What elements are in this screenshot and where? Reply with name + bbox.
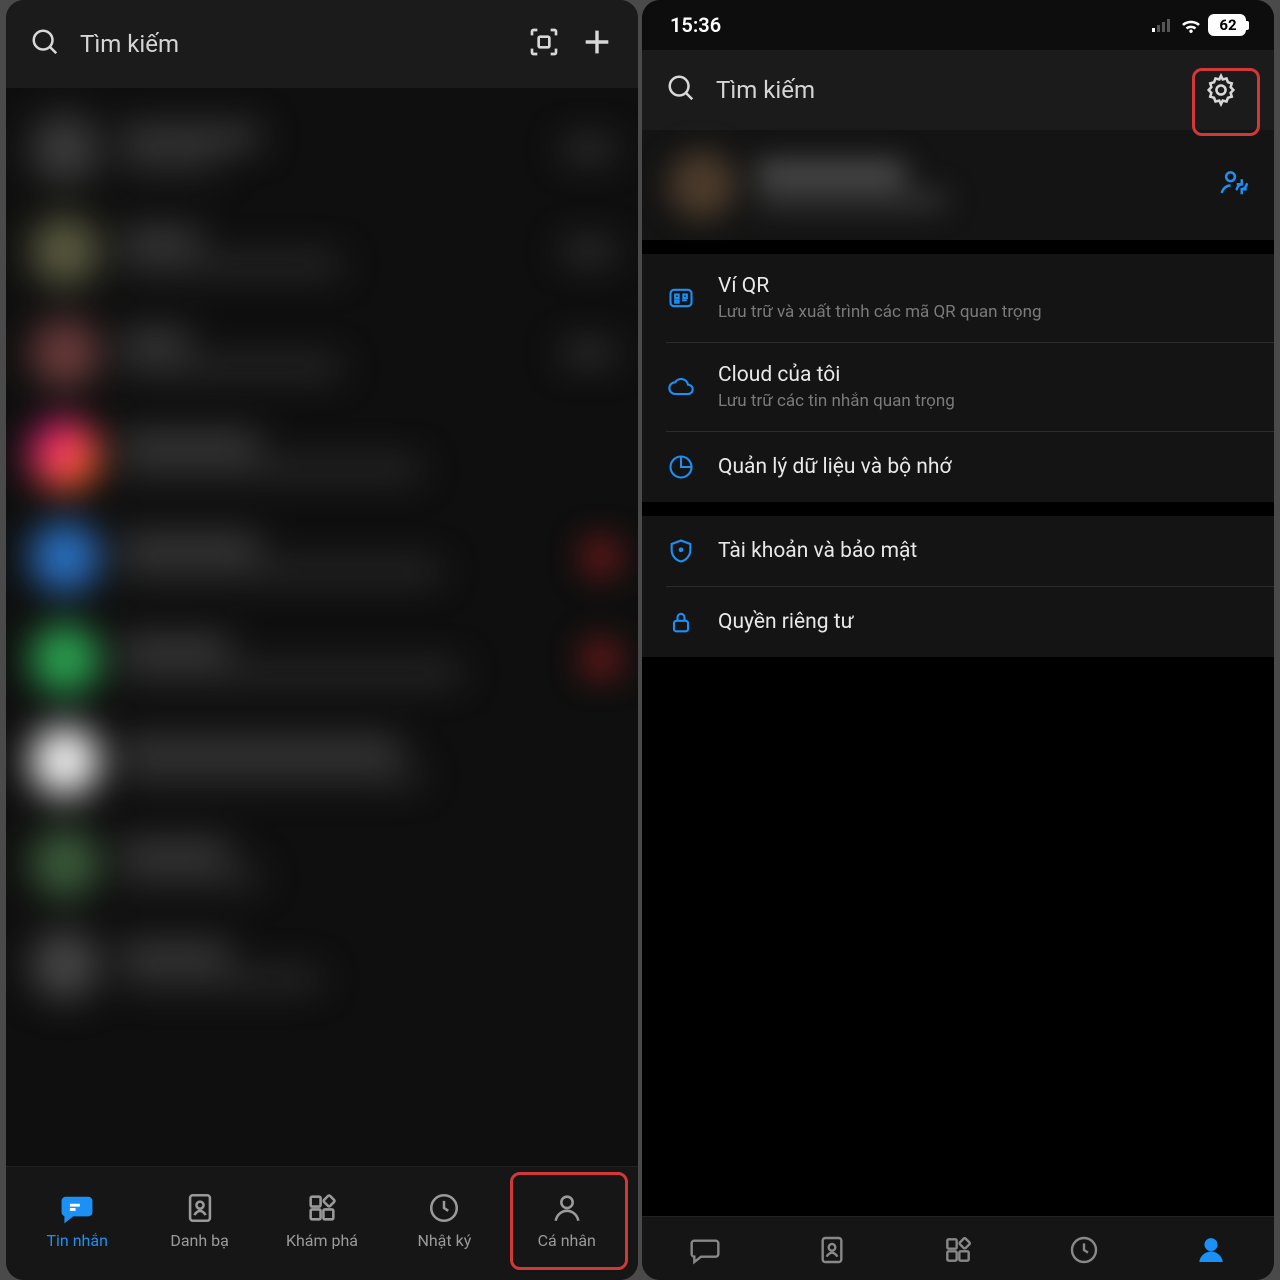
tab-diary[interactable]: Nhật ký [389, 1185, 499, 1256]
avatar [668, 151, 736, 219]
tab-label: Tin nhắn [46, 1231, 107, 1250]
search-input[interactable]: Tìm kiếm [80, 30, 508, 58]
tab-contacts[interactable]: Danh bạ [145, 1185, 255, 1256]
tab-messages[interactable]: Tin nhắn [22, 1185, 132, 1256]
status-bar: 15:36 62 [642, 0, 1274, 50]
menu-item-qr-wallet[interactable]: Ví QR Lưu trữ và xuất trình các mã QR qu… [666, 254, 1274, 343]
menu-item-storage[interactable]: Quản lý dữ liệu và bộ nhớ [666, 432, 1274, 502]
wifi-icon [1180, 17, 1202, 33]
right-screenshot: 15:36 62 Tìm kiếm [642, 0, 1274, 1280]
settings-button[interactable] [1192, 61, 1250, 119]
profile-row[interactable] [642, 130, 1274, 240]
tab-me[interactable] [1195, 1234, 1227, 1270]
menu-item-cloud[interactable]: Cloud của tôi Lưu trữ các tin nhắn quan … [666, 343, 1274, 432]
menu-title: Tài khoản và bảo mật [718, 539, 917, 563]
tab-messages[interactable] [689, 1234, 721, 1270]
bottom-tabs: Tin nhắn Danh bạ Khám phá Nhật ký Cá nhâ… [6, 1166, 638, 1280]
left-header: Tìm kiếm [6, 0, 638, 88]
menu-title: Quyền riêng tư [718, 610, 854, 634]
tab-label: Cá nhân [538, 1231, 596, 1250]
tab-diary[interactable] [1068, 1234, 1100, 1270]
bottom-tabs-right [642, 1216, 1274, 1280]
tab-label: Danh bạ [170, 1231, 229, 1250]
menu-item-privacy[interactable]: Quyền riêng tư [666, 587, 1274, 657]
status-time: 15:36 [670, 13, 721, 37]
tab-discover[interactable] [942, 1234, 974, 1270]
qr-scan-icon[interactable] [528, 26, 560, 62]
cellular-icon [1152, 18, 1174, 32]
menu-item-security[interactable]: Tài khoản và bảo mật [666, 516, 1274, 587]
tab-label: Nhật ký [417, 1231, 471, 1250]
shield-icon [666, 536, 696, 566]
menu-sub: Lưu trữ và xuất trình các mã QR quan trọ… [718, 302, 1042, 322]
pie-chart-icon [666, 452, 696, 482]
battery-indicator: 62 [1208, 14, 1246, 36]
menu-title: Cloud của tôi [718, 363, 955, 387]
search-icon[interactable] [30, 27, 60, 61]
menu-sub: Lưu trữ các tin nhắn quan trọng [718, 391, 955, 411]
search-icon[interactable] [666, 73, 696, 107]
chat-list-blurred [6, 88, 638, 1166]
search-input[interactable]: Tìm kiếm [716, 76, 1172, 104]
menu-title: Ví QR [718, 274, 1042, 298]
plus-icon[interactable] [580, 25, 614, 63]
tab-contacts[interactable] [816, 1234, 848, 1270]
menu-title: Quản lý dữ liệu và bộ nhớ [718, 455, 951, 479]
cloud-icon [666, 372, 696, 402]
switch-account-icon[interactable] [1218, 168, 1248, 202]
lock-icon [666, 607, 696, 637]
menu-group-2: Tài khoản và bảo mật Quyền riêng tư [642, 516, 1274, 657]
right-header: Tìm kiếm [642, 50, 1274, 130]
qr-wallet-icon [666, 283, 696, 313]
menu-group-1: Ví QR Lưu trữ và xuất trình các mã QR qu… [642, 254, 1274, 502]
left-screenshot: Tìm kiếm Tin nhắn Danh bạ [6, 0, 638, 1280]
tab-label: Khám phá [286, 1231, 358, 1250]
tab-me[interactable]: Cá nhân [512, 1185, 622, 1256]
tab-discover[interactable]: Khám phá [267, 1185, 377, 1256]
